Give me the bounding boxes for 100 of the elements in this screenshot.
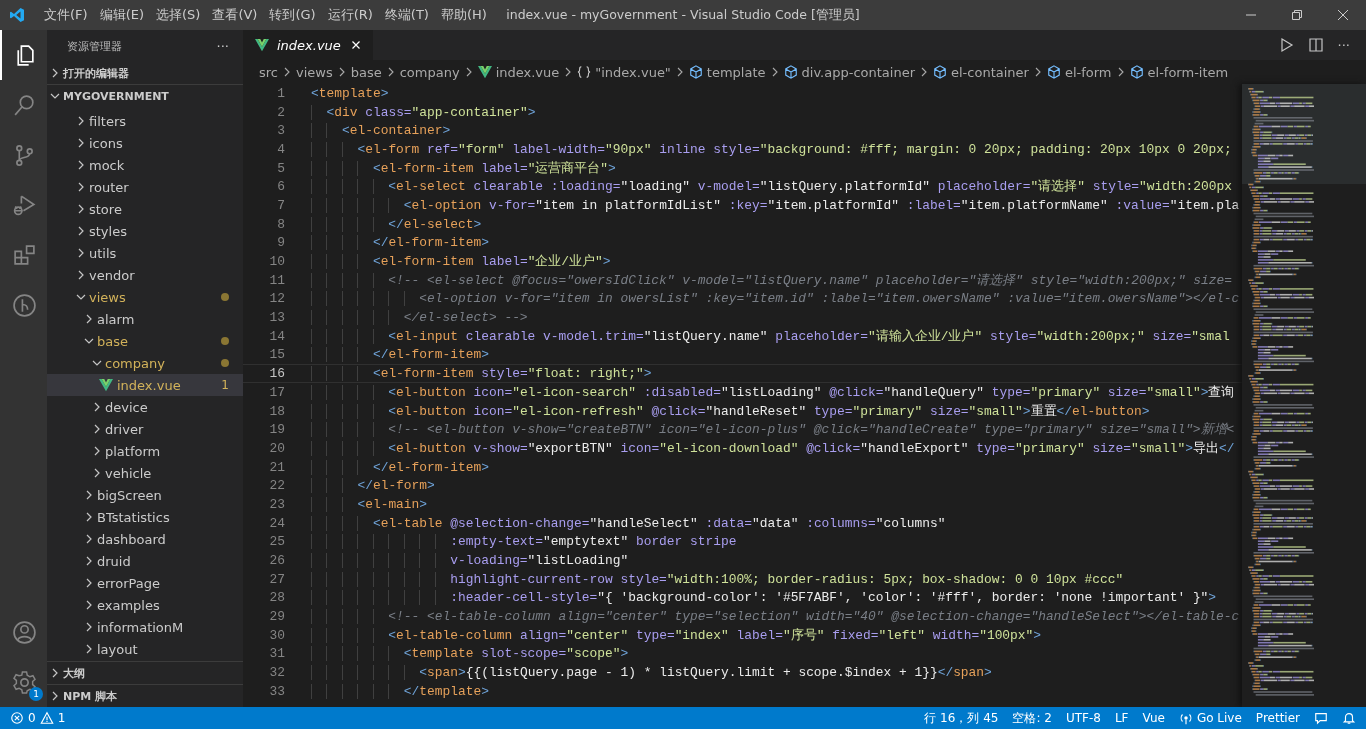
code-line: <el-form ref="form" label-width="90px" inline style="background: #fff; margin: 0 20px; padding: 20px 10px 0 20px; [311,141,1232,157]
line-number: 24 [268,515,286,531]
status-item[interactable]: LF [1114,711,1129,725]
menu-item[interactable]: 转到(G) [263,6,322,24]
line-number: 13 [268,310,286,326]
restore-icon[interactable] [1291,9,1303,21]
status-item[interactable]: Prettier [1255,711,1300,725]
breadcrumb-item[interactable]: "index.vue" [595,64,671,80]
go-live-button[interactable]: Go Live [1178,711,1242,725]
status-item[interactable]: 行 16，列 45 [924,709,999,727]
folder-row[interactable]: errorPage [47,572,243,594]
line-number: 26 [268,553,286,569]
folder-row[interactable]: alarm [47,308,243,330]
code-line: <!-- <el-table-column align="center" type="selection" width="40" @selection-change="handleSelect"></el-table-c [311,609,1240,625]
extensions-icon[interactable] [12,242,37,268]
code-line: highlight-current-row style="width:100%; border-radius: 5px; box-shadow: 0 0 10px #ccc" [311,571,1124,587]
folder-row[interactable]: vendor [47,264,243,286]
file-row[interactable]: index.vue 1 [47,374,243,396]
menu-item[interactable]: 终端(T) [378,6,435,24]
menu-item[interactable]: 选择(S) [150,6,207,24]
account-icon[interactable] [12,619,37,645]
line-number: 25 [268,534,286,550]
menu-item[interactable]: 查看(V) [206,6,264,24]
folder-row[interactable]: driver [47,418,243,440]
folder-row[interactable]: utils [47,242,243,264]
code-line: </el-form-item> [311,347,489,363]
window-title: index.vue - myGovernment - Visual Studio Code [管理员] [506,6,860,24]
code-line: </el-select> [311,216,482,232]
line-number: 5 [276,160,286,176]
line-number: 9 [276,235,286,251]
line-number: 15 [268,347,286,363]
line-number: 20 [268,440,286,456]
code-line: <el-container> [311,123,451,139]
menu-item[interactable]: 文件(F) [38,6,94,24]
editor-tab[interactable]: index.vue [243,30,373,60]
breadcrumb-item[interactable]: el-form [1064,64,1112,80]
folder-row[interactable]: mock [47,154,243,176]
line-number: 1 [276,85,286,101]
folder-row[interactable]: base [47,330,243,352]
breadcrumb-item[interactable]: div.app-container [801,64,915,80]
line-number: 33 [268,683,286,699]
breadcrumb-item[interactable]: company [399,64,460,80]
code-line: <el-form-item label="运营商平台"> [311,159,616,177]
code-line: <el-table @selection-change="handleSelect" :data="data" :columns="columns" [311,515,946,531]
folder-row[interactable]: examples [47,594,243,616]
breadcrumb-item[interactable]: index.vue [495,64,560,80]
section-header[interactable]: MYGOVERNMENT [47,84,243,107]
folder-row[interactable]: bigScreen [47,484,243,506]
more-actions-button[interactable]: ··· [216,38,229,54]
breadcrumb-item[interactable]: el-form-item [1147,64,1229,80]
warning-icon [39,711,54,725]
line-number: 14 [268,328,286,344]
vue-file-icon [255,38,269,52]
code-line: <el-option v-for="item in owersList" :key="item.id" :label="item.owersName" :value="item.owersName"></el-c [311,291,1240,307]
code-line: <el-select clearable :loading="loading" v-model="listQuery.platformId" placeholder="请选择" style="width:200px [311,178,1232,196]
menu-item[interactable]: 编辑(E) [93,6,150,24]
section-header[interactable]: 打开的编辑器 [47,62,243,84]
section-header[interactable]: 大纲 [47,661,243,684]
folder-row[interactable]: informationM [47,616,243,638]
folder-row[interactable]: styles [47,220,243,242]
breadcrumb-item[interactable]: template [706,64,766,80]
breadcrumb-item[interactable]: base [350,64,382,80]
folder-row[interactable]: vehicle [47,462,243,484]
code-line: :header-cell-style="{ 'background-color': '#5F7ABF', 'color': '#fff', border: 'none !important' }"> [311,590,1217,606]
folder-row[interactable]: device [47,396,243,418]
folder-row[interactable]: druid [47,550,243,572]
folder-row[interactable]: company [47,352,243,374]
folder-row[interactable]: BTstatistics [47,506,243,528]
folder-row[interactable]: views [47,286,243,308]
folder-row[interactable]: dashboard [47,528,243,550]
folder-row[interactable]: router [47,176,243,198]
menu-item[interactable]: 运行(R) [321,6,379,24]
breadcrumb-item[interactable]: el-container [951,64,1029,80]
breadcrumb-item[interactable]: views [296,64,333,80]
status-item[interactable]: UTF-8 [1065,711,1101,725]
branch-circle-icon[interactable] [12,292,37,318]
search-icon[interactable] [12,92,37,118]
problems-status[interactable]: 0 1 [0,711,76,725]
line-number: 6 [276,179,286,195]
folder-row[interactable]: layout [47,638,243,660]
breadcrumb-item[interactable]: src [259,64,278,80]
feedback-icon[interactable] [1314,711,1328,725]
modified-dot [221,337,229,345]
settings-icon[interactable] [12,669,37,695]
broadcast-icon [1178,711,1193,725]
code-line: <el-option v-for="item in platformIdList" :key="item.platformId" :label="item.platformName" :value="item.pla [311,197,1240,213]
menu-item[interactable]: 帮助(H) [434,6,493,24]
status-item[interactable]: Vue [1142,711,1165,725]
folder-row[interactable]: platform [47,440,243,462]
code-line: <div class="app-container"> [311,104,536,120]
more-actions-button[interactable]: ··· [1337,37,1350,53]
code-line: <el-table-column align="center" type="index" label="序号" fixed="left" width="100px"> [311,626,1042,644]
folder-row[interactable]: store [47,198,243,220]
folder-row[interactable]: icons [47,132,243,154]
split-editor-icon[interactable] [1307,37,1324,53]
bell-icon[interactable] [1342,711,1356,725]
close-icon[interactable] [1337,9,1349,21]
folder-row[interactable]: filters [47,110,243,132]
cube-icon [933,65,947,79]
status-item[interactable]: 空格: 2 [1012,709,1052,727]
